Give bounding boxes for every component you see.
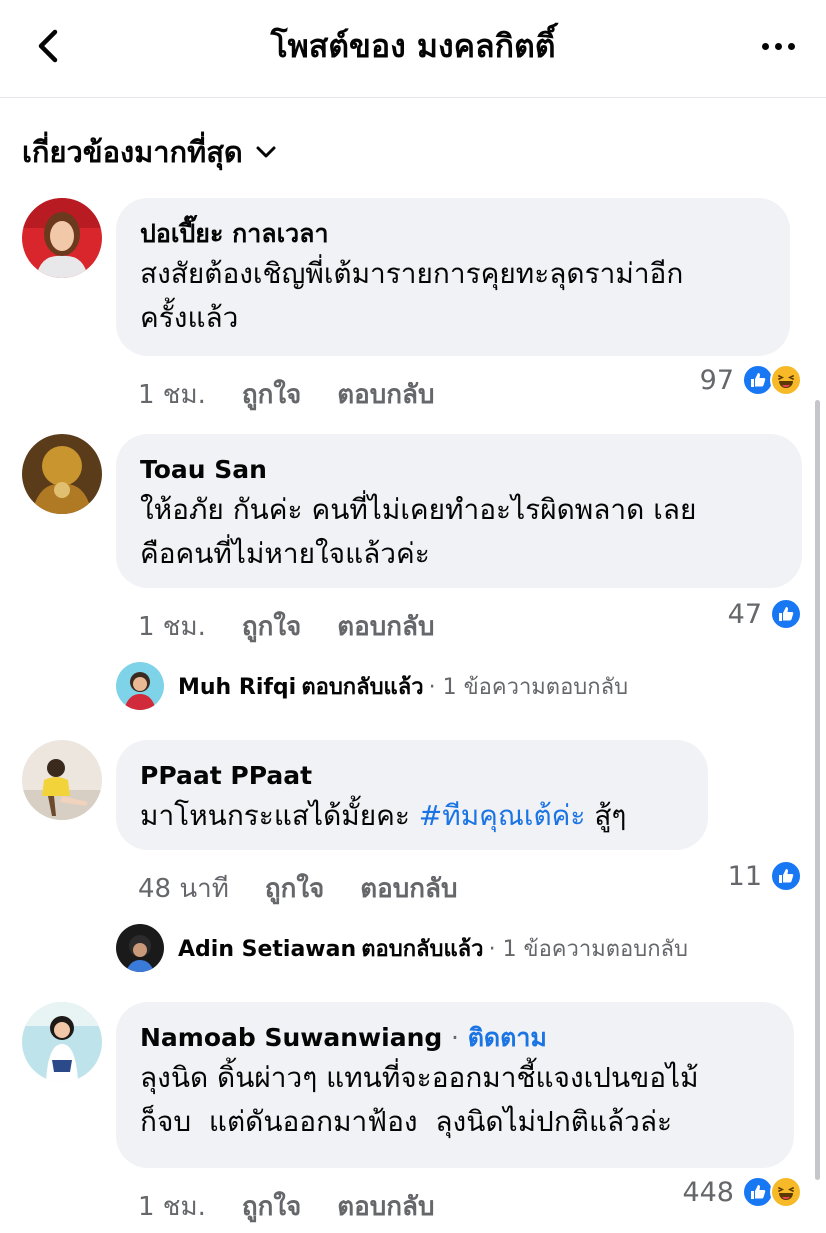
like-button[interactable]: ถูกใจ <box>242 374 301 415</box>
profile-photo <box>22 1002 102 1082</box>
thumbs-up-icon <box>770 598 802 630</box>
comment-text-main: มาโหนกระแสได้มั้ยคะ <box>140 799 410 832</box>
reply-button[interactable]: ตอบกลับ <box>360 868 457 909</box>
comment-bubble: ปอเปี๊ยะ กาลเวลา สงสัยต้องเชิญพี่เต้มารา… <box>116 198 790 356</box>
comment-bubble: Toau San ให้อภัย กันค่ะ คนที่ไม่เคยทำอะไ… <box>116 434 802 588</box>
chevron-left-icon <box>38 29 58 63</box>
comment-time: 48 นาที <box>138 874 229 904</box>
top-bar: โพสต์ของ มงคลกิตติ์ <box>0 0 826 98</box>
reaction-count: 448 <box>682 1176 734 1208</box>
reply-button[interactable]: ตอบกลับ <box>337 606 434 647</box>
back-button[interactable] <box>24 22 72 70</box>
thumbs-up-icon <box>770 860 802 892</box>
reaction-summary[interactable]: 11 <box>728 860 802 892</box>
more-icon-dot <box>774 42 782 50</box>
more-icon-dot <box>787 42 795 50</box>
profile-photo <box>22 740 102 820</box>
avatar[interactable] <box>22 434 102 514</box>
sort-label: เกี่ยวข้องมากที่สุด <box>22 135 243 169</box>
reaction-summary[interactable]: 47 <box>728 598 802 630</box>
comment-actions: 1 ชม. ถูกใจ ตอบกลับ <box>138 1180 434 1227</box>
commenter-name[interactable]: PPaat PPaat <box>140 758 684 794</box>
comment-actions: 48 นาที ถูกใจ ตอบกลับ <box>138 862 457 909</box>
more-icon <box>761 42 769 50</box>
reaction-count: 11 <box>727 860 762 892</box>
reaction-count: 97 <box>699 364 734 396</box>
comment-text: สงสัยต้องเชิญพี่เต้มารายการคุยทะลุดราม่า… <box>140 257 684 290</box>
commenter-name[interactable]: Toau San <box>140 452 778 488</box>
commenter-name[interactable]: Namoab Suwanwiang <box>140 1023 442 1052</box>
avatar[interactable] <box>22 198 102 278</box>
profile-photo <box>116 662 164 710</box>
reaction-summary[interactable]: 97 <box>700 364 802 396</box>
reply-avatar <box>116 662 164 710</box>
reply-avatar <box>116 924 164 972</box>
reply-action-text: ตอบกลับแล้ว <box>301 674 424 700</box>
like-button[interactable]: ถูกใจ <box>242 606 301 647</box>
profile-photo <box>22 434 102 514</box>
scrollbar[interactable] <box>815 400 820 1180</box>
haha-icon <box>770 1176 802 1208</box>
comment-bubble: PPaat PPaat มาโหนกระแสได้มั้ยคะ #ทีมคุณเ… <box>116 740 708 850</box>
chevron-down-icon <box>256 146 276 158</box>
follow-button[interactable]: ติดตาม <box>468 1023 547 1052</box>
comment-text: ให้อภัย กันค่ะ คนที่ไม่เคยทำอะไรผิดพลาด … <box>140 493 697 526</box>
view-replies-link[interactable]: Muh Rifqi ตอบกลับแล้ว · 1 ข้อความตอบกลับ <box>116 662 628 710</box>
reply-button[interactable]: ตอบกลับ <box>337 374 434 415</box>
comment-text: มาโหนกระแสได้มั้ยคะ #ทีมคุณเต้ค่ะ สู้ๆ <box>140 794 684 838</box>
reply-author-name: Adin Setiawan <box>178 936 357 962</box>
profile-photo <box>22 198 102 278</box>
comment-actions: 1 ชม. ถูกใจ ตอบกลับ <box>138 368 434 415</box>
reaction-count: 47 <box>727 598 762 630</box>
comment-time: 1 ชม. <box>138 1192 206 1222</box>
haha-icon <box>770 364 802 396</box>
reply-action-text: ตอบกลับแล้ว <box>361 936 484 962</box>
separator-dot: · <box>451 1023 459 1052</box>
hashtag-link[interactable]: #ทีมคุณเต้ค่ะ <box>419 799 586 832</box>
comment-text: ลุงนิด ดิ้นผ่าวๆ แทนที่จะออกมาชี้แจงเปนข… <box>140 1061 699 1094</box>
page-title: โพสต์ของ มงคลกิตติ์ <box>270 27 556 65</box>
more-options-button[interactable] <box>754 26 802 66</box>
profile-photo <box>116 924 164 972</box>
avatar[interactable] <box>22 740 102 820</box>
comment-text: ก็จบ แต่ดันออกมาฟ้อง ลุงนิดไม่ปกติแล้วล่… <box>140 1105 673 1138</box>
comment-time: 1 ชม. <box>138 612 206 642</box>
comment-text: ครั้งแล้ว <box>140 301 239 334</box>
commenter-name[interactable]: ปอเปี๊ยะ กาลเวลา <box>140 216 766 252</box>
comment-actions: 1 ชม. ถูกใจ ตอบกลับ <box>138 600 434 647</box>
reply-author-name: Muh Rifqi <box>178 674 297 700</box>
commenter-name-row: Namoab Suwanwiang · ติดตาม <box>140 1020 770 1056</box>
comment-text-tail: สู้ๆ <box>594 799 627 832</box>
reply-count-text: · 1 ข้อความตอบกลับ <box>488 936 688 962</box>
comment-bubble: Namoab Suwanwiang · ติดตาม ลุงนิด ดิ้นผ่… <box>116 1002 794 1168</box>
comment-time: 1 ชม. <box>138 380 206 410</box>
avatar[interactable] <box>22 1002 102 1082</box>
reply-button[interactable]: ตอบกลับ <box>337 1186 434 1227</box>
reply-count-text: · 1 ข้อความตอบกลับ <box>428 674 629 700</box>
comment-sort-dropdown[interactable]: เกี่ยวข้องมากที่สุด <box>22 128 277 176</box>
reaction-summary[interactable]: 448 <box>682 1176 802 1208</box>
like-button[interactable]: ถูกใจ <box>265 868 324 909</box>
view-replies-link[interactable]: Adin Setiawan ตอบกลับแล้ว · 1 ข้อความตอบ… <box>116 924 688 972</box>
like-button[interactable]: ถูกใจ <box>242 1186 301 1227</box>
comment-text: คือคนที่ไม่หายใจแล้วค่ะ <box>140 537 430 570</box>
